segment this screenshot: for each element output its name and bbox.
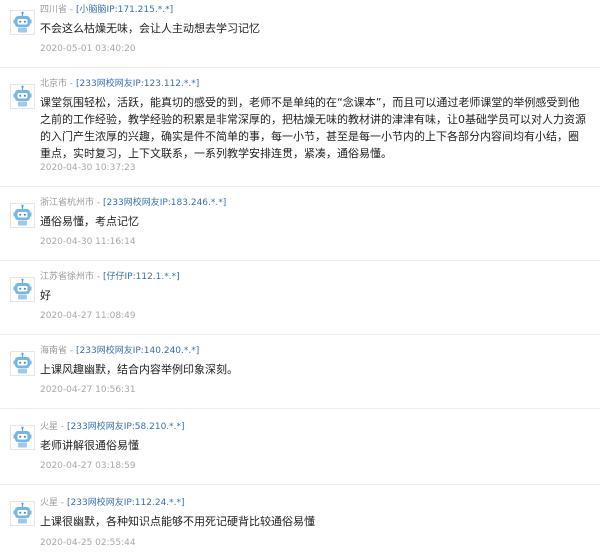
comment-meta: 浙江省杭州市 - [233网校网友IP:183.246.*.*]: [40, 197, 226, 209]
comment-meta: 火星 - [233网校网友IP:112.24.*.*]: [40, 497, 185, 509]
comment-username-link[interactable]: [233网校网友IP:112.24.*.*]: [67, 498, 185, 508]
comment-text: 老师讲解很通俗易懂: [40, 439, 139, 452]
meta-separator: -: [67, 346, 76, 356]
robot-avatar-icon: [10, 203, 35, 228]
comment-timestamp: 2020-04-30 11:16:14: [40, 237, 136, 247]
comment-text: 不会这么枯燥无味，会让人主动想去学习记忆: [40, 22, 260, 35]
comment-username-link[interactable]: [仔仔IP:112.1.*.*]: [103, 272, 180, 282]
comment-text: 好: [40, 289, 51, 302]
comment-timestamp: 2020-04-25 02:55:44: [40, 538, 136, 548]
comment-timestamp: 2020-04-27 10:56:31: [40, 385, 136, 395]
comment-meta: 海南省 - [233网校网友IP:140.240.*.*]: [40, 345, 199, 357]
comment-region: 火星: [40, 422, 59, 432]
comment-text: 上课很幽默，各种知识点能够不用死记硬背比较通俗易懂: [40, 515, 315, 528]
comment-timestamp: 2020-05-01 03:40:20: [40, 44, 136, 54]
comment-divider: [0, 67, 600, 68]
robot-avatar-icon: [10, 501, 35, 526]
comment-timestamp: 2020-04-27 03:18:59: [40, 461, 136, 471]
meta-separator: -: [67, 5, 76, 15]
comment-meta: 北京市 - [233网校网友IP:123.112.*.*]: [40, 78, 199, 90]
comment-meta: 四川省 - [小脑脑IP:171.215.*.*]: [40, 4, 173, 16]
comment-divider: [0, 484, 600, 485]
comment-region: 浙江省杭州市: [40, 198, 95, 208]
comment-region: 江苏省徐州市: [40, 272, 95, 282]
comment-username-link[interactable]: [233网校网友IP:140.240.*.*]: [76, 346, 199, 356]
meta-separator: -: [58, 422, 67, 432]
robot-avatar-icon: [10, 84, 35, 109]
robot-avatar-icon: [10, 425, 35, 450]
robot-avatar-icon: [10, 277, 35, 302]
comment-timestamp: 2020-04-30 10:37:23: [40, 163, 136, 173]
comment-region: 四川省: [40, 5, 68, 15]
comment-region: 海南省: [40, 346, 68, 356]
comment-divider: [0, 408, 600, 409]
comment-username-link[interactable]: [小脑脑IP:171.215.*.*]: [76, 5, 173, 15]
comment-divider: [0, 186, 600, 187]
comment-username-link[interactable]: [233网校网友IP:123.112.*.*]: [76, 79, 199, 89]
meta-separator: -: [58, 498, 67, 508]
comment-region: 北京市: [40, 79, 68, 89]
robot-avatar-icon: [10, 351, 35, 376]
meta-separator: -: [94, 272, 103, 282]
robot-avatar-icon: [10, 10, 35, 35]
comment-meta: 江苏省徐州市 - [仔仔IP:112.1.*.*]: [40, 271, 180, 283]
comment-username-link[interactable]: [233网校网友IP:58.210.*.*]: [67, 422, 185, 432]
comment-username-link[interactable]: [233网校网友IP:183.246.*.*]: [103, 198, 226, 208]
meta-separator: -: [94, 198, 103, 208]
comment-text: 课堂氛围轻松，活跃，能真切的感受的到，老师不是单纯的在“念课本”，而且可以通过老…: [40, 96, 586, 160]
meta-separator: -: [67, 79, 76, 89]
comment-text: 上课风趣幽默，结合内容举例印象深刻。: [40, 363, 238, 376]
comment-timestamp: 2020-04-27 11:08:49: [40, 311, 136, 321]
comment-meta: 火星 - [233网校网友IP:58.210.*.*]: [40, 421, 185, 433]
comment-divider: [0, 260, 600, 261]
comment-text: 通俗易懂，考点记忆: [40, 215, 139, 228]
comment-divider: [0, 334, 600, 335]
comment-region: 火星: [40, 498, 59, 508]
